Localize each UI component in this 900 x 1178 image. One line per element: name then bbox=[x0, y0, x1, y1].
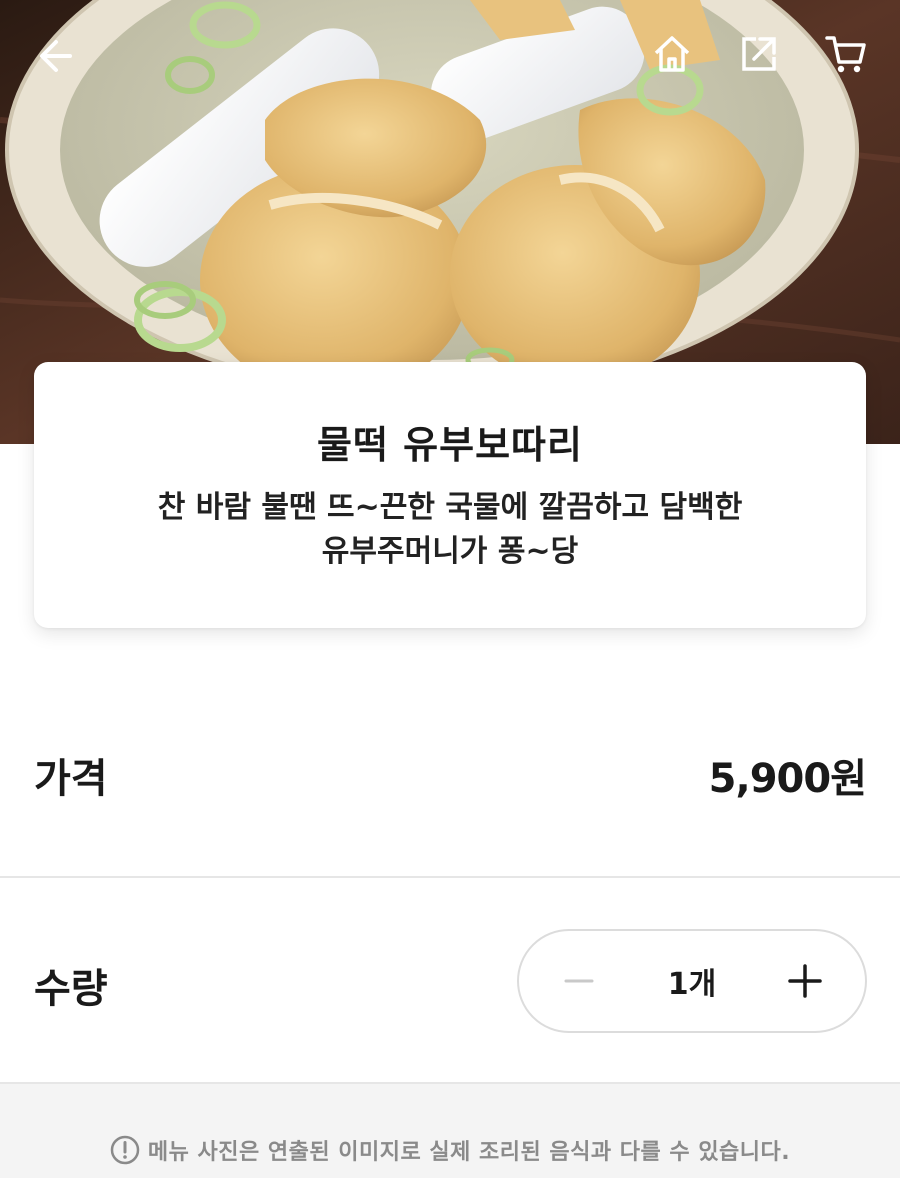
quantity-stepper: 1개 bbox=[517, 929, 867, 1033]
plus-icon bbox=[788, 964, 822, 998]
product-name: 물떡 유부보따리 bbox=[317, 423, 583, 467]
notice-text: 메뉴 사진은 연출된 이미지로 실제 조리된 음식과 다를 수 있습니다. bbox=[147, 1140, 791, 1165]
info-icon bbox=[110, 1135, 140, 1165]
increase-quantity-button[interactable] bbox=[753, 931, 857, 1031]
share-icon bbox=[742, 37, 776, 71]
price-label: 가격 bbox=[34, 756, 108, 802]
back-button[interactable] bbox=[28, 28, 84, 84]
home-icon bbox=[654, 36, 690, 72]
divider bbox=[0, 876, 900, 878]
top-bar bbox=[0, 0, 900, 110]
price-value: 5,900원 bbox=[708, 756, 867, 802]
product-info-card: 물떡 유부보따리 찬 바람 불땐 뜨~끈한 국물에 깔끔하고 담백한 유부주머니… bbox=[34, 362, 866, 628]
back-arrow-icon bbox=[40, 40, 72, 72]
image-notice: 메뉴 사진은 연출된 이미지로 실제 조리된 음식과 다를 수 있습니다. bbox=[0, 1134, 900, 1166]
notice-area: 메뉴 사진은 연출된 이미지로 실제 조리된 음식과 다를 수 있습니다. bbox=[0, 1082, 900, 1178]
share-button[interactable] bbox=[731, 26, 787, 82]
quantity-label: 수량 bbox=[34, 966, 108, 1012]
home-button[interactable] bbox=[644, 26, 700, 82]
product-detail-screen: 물떡 유부보따리 찬 바람 불땐 뜨~끈한 국물에 깔끔하고 담백한 유부주머니… bbox=[0, 0, 900, 1178]
quantity-value: 1개 bbox=[667, 967, 717, 1002]
minus-icon bbox=[564, 979, 594, 983]
decrease-quantity-button[interactable] bbox=[527, 931, 631, 1031]
product-description: 찬 바람 불땐 뜨~끈한 국물에 깔끔하고 담백한 유부주머니가 퐁~당 bbox=[157, 490, 743, 569]
cart-icon bbox=[825, 36, 866, 73]
cart-button[interactable] bbox=[818, 26, 874, 82]
price-row: 가격 5,900원 bbox=[0, 720, 900, 830]
